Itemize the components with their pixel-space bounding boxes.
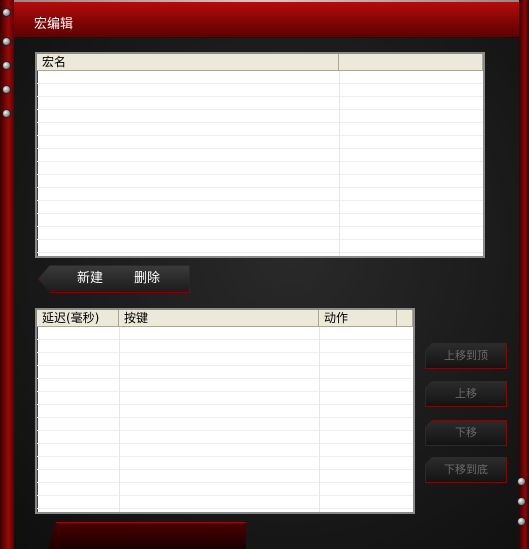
bottom-button-bar[interactable] — [48, 522, 246, 549]
move-to-top-button[interactable]: 上移到顶 — [425, 343, 507, 369]
move-up-button[interactable]: 上移 — [425, 381, 507, 407]
right-frame-strip — [519, 0, 529, 549]
column-header-macro-name[interactable]: 宏名 — [37, 54, 339, 71]
column-header-delay[interactable]: 延迟(毫秒) — [37, 310, 119, 327]
column-divider — [119, 327, 120, 512]
macro-steps-table[interactable]: 延迟(毫秒) 按键 动作 — [35, 308, 415, 514]
macro-action-bar: 新建 删除 — [38, 265, 190, 293]
macro-steps-header: 延迟(毫秒) 按键 动作 — [37, 310, 413, 327]
new-macro-button[interactable]: 新建 — [77, 266, 103, 292]
macro-list-body[interactable] — [37, 71, 483, 256]
move-down-button[interactable]: 下移 — [425, 420, 507, 446]
rivet-icon — [2, 85, 11, 94]
macro-editor-window: 宏编辑 宏名 新建 删除 延迟(毫秒) 按键 动作 上移到顶 上移 下移 下移到… — [0, 0, 529, 549]
column-divider — [319, 327, 320, 512]
rivet-icon — [2, 109, 11, 118]
rivet-icon — [517, 517, 526, 526]
rivet-icon — [2, 8, 11, 17]
macro-list-table[interactable]: 宏名 — [35, 52, 485, 258]
macro-list-header: 宏名 — [37, 54, 483, 71]
rivet-icon — [517, 497, 526, 506]
macro-steps-body[interactable] — [37, 327, 413, 512]
column-header-key[interactable]: 按键 — [119, 310, 319, 327]
column-header-extra[interactable] — [397, 310, 413, 327]
column-header-extra[interactable] — [339, 54, 483, 71]
rivet-icon — [2, 37, 11, 46]
rivet-icon — [2, 61, 11, 70]
delete-macro-button[interactable]: 删除 — [134, 266, 160, 292]
rivet-icon — [517, 477, 526, 486]
move-to-bottom-button[interactable]: 下移到底 — [425, 457, 507, 483]
window-title: 宏编辑 — [34, 17, 74, 32]
column-header-action[interactable]: 动作 — [319, 310, 397, 327]
column-divider — [339, 71, 340, 256]
title-bar[interactable]: 宏编辑 — [14, 2, 519, 38]
left-frame-strip — [0, 0, 14, 549]
